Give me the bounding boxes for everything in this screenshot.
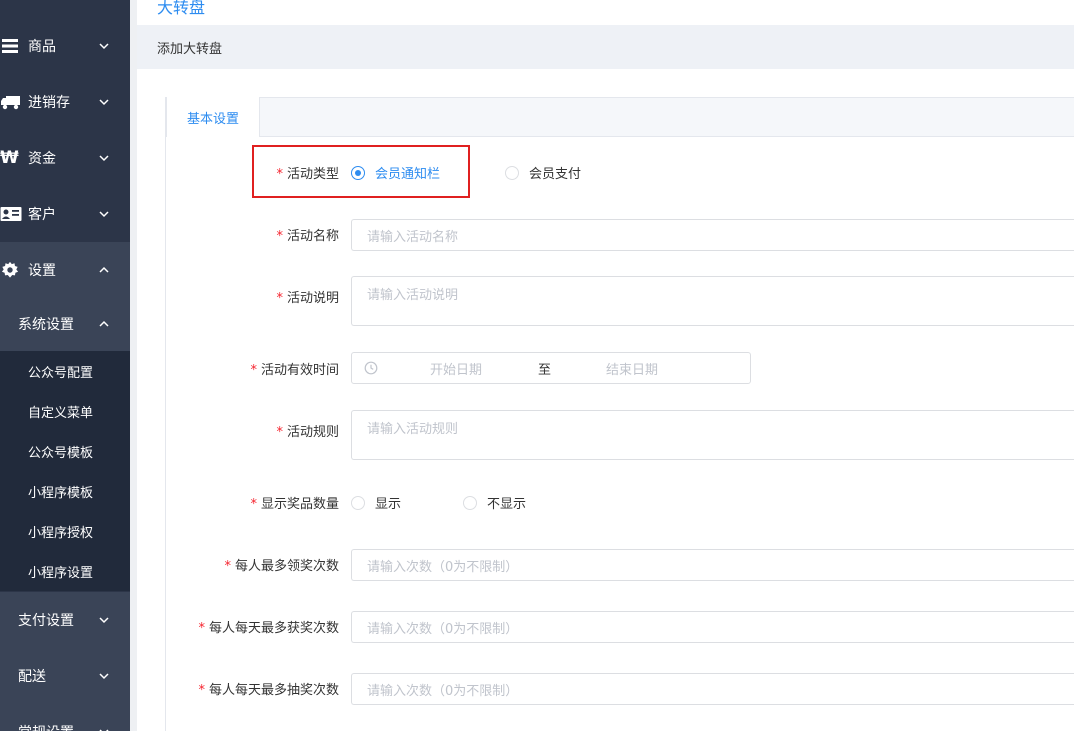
sidebar-scrollbar[interactable] <box>130 0 137 731</box>
required-mark: * <box>198 621 205 636</box>
sidebar-subsub-item[interactable]: 自定义菜单 <box>0 391 130 431</box>
chevron-down-icon <box>99 211 109 218</box>
sidebar-item-label: 设置 <box>28 263 56 279</box>
chevron-down-icon <box>99 617 109 624</box>
max-win-per-day-input[interactable]: 请输入次数（0为不限制） <box>351 611 1074 643</box>
date-separator: 至 <box>538 362 552 378</box>
clock-icon <box>364 361 378 375</box>
placeholder: 请输入活动说明 <box>367 288 459 303</box>
radio-circle <box>463 495 477 510</box>
radio-show[interactable]: 显示 <box>351 493 401 512</box>
sidebar-subsub-item[interactable]: 公众号模板 <box>0 431 130 471</box>
required-mark: * <box>250 363 257 378</box>
sidebar-item-label: 进销存 <box>28 95 70 111</box>
required-mark: * <box>276 425 283 440</box>
sidebar-subsub-item[interactable]: 小程序模板 <box>0 471 130 511</box>
radio-circle <box>351 495 365 510</box>
sidebar-item-goods[interactable]: 商品 <box>0 18 130 74</box>
placeholder: 请输入活动规则 <box>367 422 459 437</box>
max-draw-per-day-label: * 每人每天最多抽奖次数 <box>198 683 339 698</box>
show-prize-count-label: * 显示奖品数量 <box>250 497 339 512</box>
placeholder: 请输入次数（0为不限制） <box>367 559 519 575</box>
sidebar-sub-delivery[interactable]: 配送 <box>0 648 130 704</box>
sidebar-subsub-item[interactable]: 小程序授权 <box>0 511 130 551</box>
radio-hide[interactable]: 不显示 <box>463 493 526 512</box>
menu-icon <box>0 37 22 55</box>
chevron-down-icon <box>99 99 109 106</box>
radio-circle <box>505 165 519 180</box>
radio-label: 显示 <box>375 497 402 512</box>
activity-rule-label: * 活动规则 <box>276 425 339 440</box>
sidebar-item-label: 客户 <box>28 207 56 223</box>
sidebar-sub-label: 支付设置 <box>18 613 74 629</box>
chevron-up-icon <box>99 320 109 327</box>
max-per-person-label: * 每人最多领奖次数 <box>224 559 339 574</box>
gear-icon <box>0 261 22 279</box>
required-mark: * <box>224 559 231 574</box>
required-mark: * <box>276 291 283 306</box>
won-icon: ₩ <box>0 148 19 168</box>
sidebar-item-label: 商品 <box>28 39 56 55</box>
required-mark: * <box>276 229 283 244</box>
highlight-box <box>252 145 470 198</box>
activity-desc-textarea[interactable]: 请输入活动说明 <box>351 276 1074 326</box>
chevron-up-icon <box>99 266 109 273</box>
sidebar-sub-system-settings[interactable]: 系统设置 <box>0 296 130 352</box>
sidebar: 商品 进销存 ₩ 资金 客户 设置 系统设置 公众号配置 自定义菜单 公众号模板… <box>0 0 130 731</box>
chevron-down-icon <box>99 673 109 680</box>
sidebar-item-label: 资金 <box>28 151 56 167</box>
sidebar-subsub-item[interactable]: 小程序设置 <box>0 551 130 591</box>
radio-member-payment[interactable]: 会员支付 <box>505 163 581 182</box>
sidebar-item-settings[interactable]: 设置 <box>0 242 130 298</box>
max-per-person-input[interactable]: 请输入次数（0为不限制） <box>351 549 1074 581</box>
sidebar-sub-payment-settings[interactable]: 支付设置 <box>0 592 130 648</box>
sidebar-item-inventory[interactable]: 进销存 <box>0 74 130 130</box>
required-mark: * <box>198 683 205 698</box>
breadcrumb-text: 添加大转盘 <box>157 41 223 57</box>
placeholder: 请输入次数（0为不限制） <box>367 621 519 637</box>
chevron-down-icon <box>99 43 109 50</box>
chevron-down-icon <box>99 155 109 162</box>
truck-icon <box>0 93 22 111</box>
tab-strip: 基本设置 <box>166 97 1074 137</box>
radio-label: 会员支付 <box>529 167 582 182</box>
sidebar-sub-label: 常规设置 <box>18 722 74 731</box>
tab-basic-settings[interactable]: 基本设置 <box>166 97 261 137</box>
chevron-down-icon <box>99 729 109 731</box>
activity-desc-label: * 活动说明 <box>276 291 339 306</box>
sidebar-sub-label: 配送 <box>18 669 46 685</box>
breadcrumb: 添加大转盘 <box>137 25 1074 69</box>
id-card-icon <box>0 205 22 223</box>
activity-name-label: * 活动名称 <box>276 229 339 244</box>
start-date-placeholder[interactable]: 开始日期 <box>430 359 482 378</box>
sidebar-subsub-item[interactable]: 公众号配置 <box>0 351 130 391</box>
max-win-per-day-label: * 每人每天最多获奖次数 <box>198 621 339 636</box>
sidebar-subsub-list: 公众号配置 自定义菜单 公众号模板 小程序模板 小程序授权 小程序设置 <box>0 351 130 591</box>
placeholder: 请输入活动名称 <box>367 229 459 245</box>
sidebar-item-funds[interactable]: ₩ 资金 <box>0 130 130 186</box>
sidebar-sub-label: 系统设置 <box>18 317 74 333</box>
activity-name-input[interactable]: 请输入活动名称 <box>351 219 1074 251</box>
activity-time-daterange[interactable]: 开始日期 至 结束日期 <box>351 352 751 384</box>
sidebar-item-customers[interactable]: 客户 <box>0 186 130 242</box>
activity-rule-textarea[interactable]: 请输入活动规则 <box>351 410 1074 460</box>
activity-time-label: * 活动有效时间 <box>250 363 339 378</box>
radio-label: 不显示 <box>487 497 527 512</box>
sidebar-sub-general-settings[interactable]: 常规设置 <box>0 704 130 731</box>
end-date-placeholder[interactable]: 结束日期 <box>606 359 658 378</box>
max-draw-per-day-input[interactable]: 请输入次数（0为不限制） <box>351 673 1074 705</box>
placeholder: 请输入次数（0为不限制） <box>367 683 519 699</box>
page-title: 大转盘 <box>157 0 206 17</box>
required-mark: * <box>250 497 257 512</box>
